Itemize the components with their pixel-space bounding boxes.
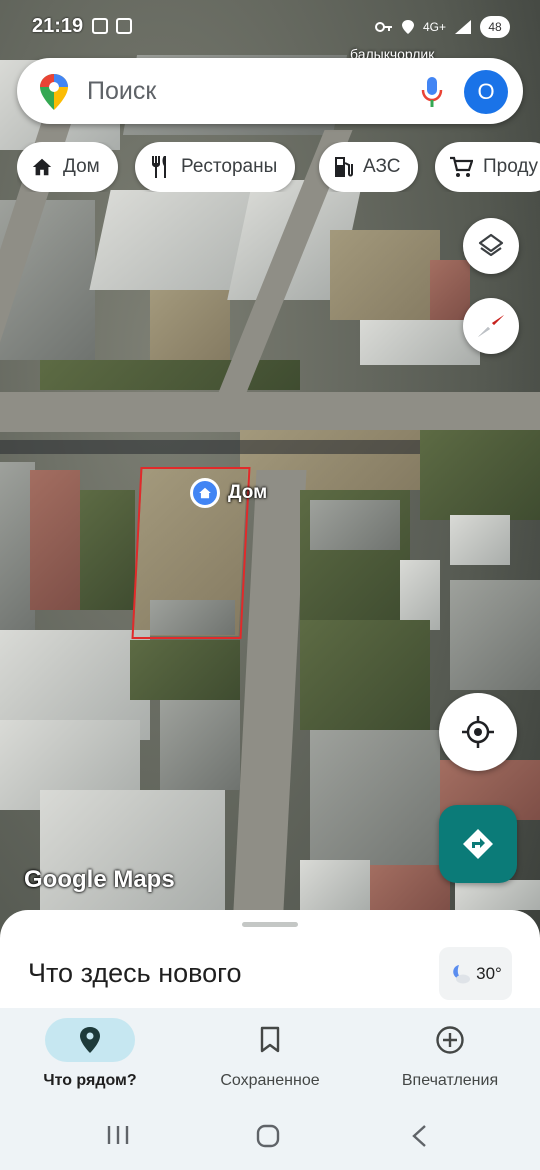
bookmark-icon bbox=[260, 1026, 280, 1053]
grocery-cart-icon bbox=[450, 156, 473, 177]
sheet-drag-handle[interactable] bbox=[242, 922, 298, 927]
system-navigation-bar bbox=[0, 1102, 540, 1170]
sheet-title: Что здесь нового bbox=[28, 958, 242, 988]
crosshair-icon bbox=[462, 716, 494, 748]
location-icon bbox=[401, 20, 414, 34]
nav-label: Сохраненное bbox=[220, 1072, 320, 1089]
google-maps-logo: Google Maps bbox=[24, 866, 175, 893]
nav-label: Впечатления bbox=[401, 1072, 499, 1089]
chip-label: Дом bbox=[63, 156, 100, 177]
status-time: 21:19 bbox=[32, 15, 84, 37]
nav-contribute[interactable]: Впечатления bbox=[360, 1018, 540, 1102]
home-icon bbox=[32, 158, 52, 176]
night-cloud-icon bbox=[453, 964, 471, 983]
microphone-icon[interactable] bbox=[421, 76, 443, 108]
directions-icon bbox=[463, 829, 493, 859]
layers-icon bbox=[478, 233, 504, 257]
bottom-navigation: Что рядом? Сохраненное Впечатления bbox=[0, 1008, 540, 1102]
nav-saved[interactable]: Сохраненное bbox=[180, 1018, 360, 1102]
chip-groceries[interactable]: Проду bbox=[435, 142, 540, 192]
home-icon bbox=[199, 487, 211, 499]
google-maps-pin-icon bbox=[40, 74, 68, 110]
signal-icon bbox=[455, 20, 471, 34]
home-button-icon[interactable] bbox=[256, 1124, 280, 1148]
home-marker[interactable] bbox=[190, 478, 220, 508]
key-icon bbox=[374, 22, 392, 32]
chip-home[interactable]: Дом bbox=[17, 142, 118, 192]
search-bar[interactable]: Поиск О bbox=[17, 58, 523, 124]
location-pin-icon bbox=[80, 1027, 100, 1053]
chip-label: Рестораны bbox=[181, 156, 278, 177]
add-circle-icon bbox=[436, 1026, 464, 1054]
weather-chip[interactable]: 30° bbox=[439, 947, 512, 1000]
notification-icon bbox=[116, 18, 132, 34]
bottom-sheet[interactable]: Что здесь нового 30° bbox=[0, 910, 540, 1010]
recent-apps-icon[interactable] bbox=[106, 1124, 130, 1146]
chip-gas-stations[interactable]: АЗС bbox=[319, 142, 419, 192]
compass-icon bbox=[478, 315, 504, 337]
chip-restaurants[interactable]: Рестораны bbox=[135, 142, 296, 192]
category-chips: Дом Рестораны АЗС Проду bbox=[17, 142, 540, 192]
search-input[interactable]: Поиск bbox=[87, 77, 156, 106]
notification-icon bbox=[92, 18, 108, 34]
chip-label: Проду bbox=[483, 156, 538, 177]
layers-button[interactable] bbox=[463, 218, 519, 274]
nav-label: Что рядом? bbox=[43, 1072, 137, 1089]
battery-indicator: 48 bbox=[480, 16, 510, 38]
compass-button[interactable] bbox=[463, 298, 519, 354]
directions-button[interactable] bbox=[439, 805, 517, 883]
back-icon[interactable] bbox=[410, 1124, 428, 1148]
my-location-button[interactable] bbox=[439, 693, 517, 771]
status-bar: 21:19 4G+ 48 bbox=[0, 0, 540, 56]
network-type: 4G+ bbox=[422, 20, 446, 34]
gas-station-icon bbox=[335, 157, 353, 177]
weather-temperature: 30° bbox=[476, 963, 502, 983]
nav-explore[interactable]: Что рядом? bbox=[0, 1018, 180, 1102]
chip-label: АЗС bbox=[363, 156, 401, 177]
account-avatar[interactable]: О bbox=[464, 70, 508, 114]
restaurant-icon bbox=[152, 156, 166, 178]
home-marker-label[interactable]: Дом bbox=[228, 482, 267, 504]
